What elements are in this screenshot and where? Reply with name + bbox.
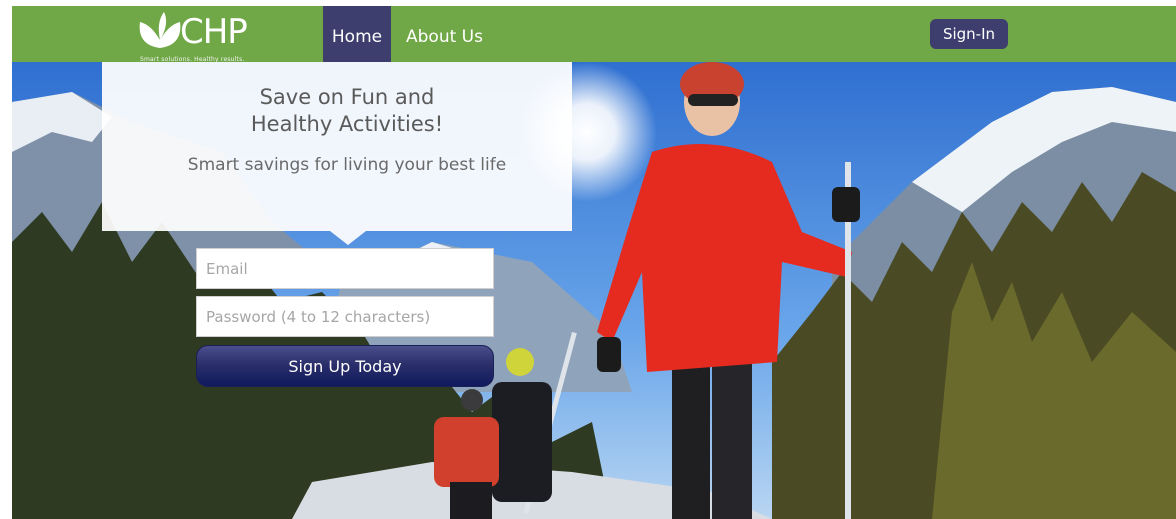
hero-headline-line-2: Healthy Activities! [250,112,444,136]
leaf-icon [139,12,181,48]
hero-callout-card: Save on Fun and Healthy Activities! Smar… [102,62,572,231]
sign-up-today-button[interactable]: Sign Up Today [196,345,494,387]
top-nav-bar: CHP Smart solutions. Healthy results. Ho… [12,6,1176,63]
sign-in-button[interactable]: Sign-In [930,19,1008,49]
brand-name: CHP [180,12,248,52]
email-input[interactable] [196,248,494,289]
callout-pointer [330,231,366,245]
nav-about-us-link[interactable]: About Us [406,6,483,62]
password-input[interactable] [196,296,494,337]
hero-subheadline: Smart savings for living your best life [187,155,507,175]
chp-logo[interactable]: CHP Smart solutions. Healthy results. [138,10,288,63]
hero-headline: Save on Fun and Healthy Activities! [102,84,592,138]
hero-headline-line-1: Save on Fun and [259,85,435,109]
landing-page: CHP Smart solutions. Healthy results. Ho… [0,0,1176,519]
nav-home-link[interactable]: Home [323,6,391,62]
